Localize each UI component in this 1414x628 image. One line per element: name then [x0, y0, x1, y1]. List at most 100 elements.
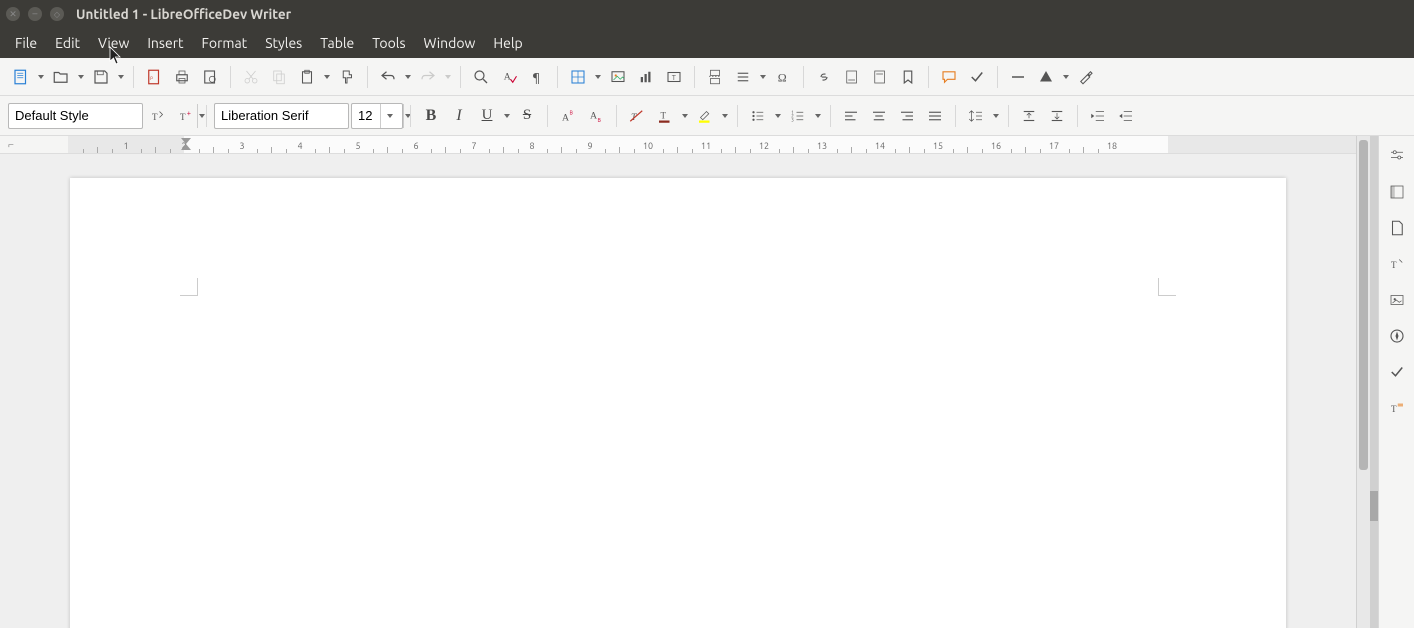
menu-format[interactable]: Format — [193, 29, 257, 57]
bullet-list-dropdown[interactable] — [773, 103, 783, 129]
menu-edit[interactable]: Edit — [46, 29, 89, 57]
find-replace-button[interactable] — [468, 64, 494, 90]
font-size-input[interactable] — [352, 108, 380, 123]
page-viewport[interactable] — [0, 154, 1356, 628]
increase-spacing-button[interactable] — [1016, 103, 1042, 129]
underline-dropdown[interactable] — [502, 103, 512, 129]
decrease-spacing-button[interactable] — [1044, 103, 1070, 129]
save-dropdown[interactable] — [116, 64, 126, 90]
sidebar-page-button[interactable] — [1383, 214, 1411, 242]
subscript-button[interactable]: AB — [583, 103, 609, 129]
clear-formatting-button[interactable]: T — [624, 103, 650, 129]
sidebar-navigator-button[interactable] — [1383, 322, 1411, 350]
cut-button[interactable] — [238, 64, 264, 90]
bold-button[interactable]: B — [418, 103, 444, 129]
insert-hyperlink-button[interactable] — [811, 64, 837, 90]
align-center-button[interactable] — [866, 103, 892, 129]
paragraph-style-combo[interactable] — [8, 103, 143, 129]
document-page[interactable] — [70, 178, 1286, 628]
basic-shapes-button[interactable] — [1033, 64, 1059, 90]
sidebar-settings-button[interactable] — [1383, 142, 1411, 170]
insert-comment-button[interactable] — [936, 64, 962, 90]
font-size-dropdown[interactable] — [380, 104, 398, 128]
menu-insert[interactable]: Insert — [138, 29, 192, 57]
menu-table[interactable]: Table — [311, 29, 363, 57]
menu-help[interactable]: Help — [484, 29, 531, 57]
menu-tools[interactable]: Tools — [363, 29, 414, 57]
show-draw-functions-button[interactable] — [1073, 64, 1099, 90]
save-button[interactable] — [88, 64, 114, 90]
new-document-dropdown[interactable] — [36, 64, 46, 90]
insert-special-char-button[interactable]: Ω — [770, 64, 796, 90]
highlight-color-dropdown[interactable] — [720, 103, 730, 129]
font-size-combo[interactable] — [351, 103, 403, 129]
menu-view[interactable]: View — [89, 29, 138, 57]
menu-window[interactable]: Window — [415, 29, 485, 57]
print-button[interactable] — [169, 64, 195, 90]
insert-field-dropdown[interactable] — [758, 64, 768, 90]
line-spacing-button[interactable] — [963, 103, 989, 129]
strikethrough-button[interactable]: S — [514, 103, 540, 129]
open-dropdown[interactable] — [76, 64, 86, 90]
spellcheck-button[interactable]: A — [496, 64, 522, 90]
insert-endnote-button[interactable] — [867, 64, 893, 90]
update-style-button[interactable]: T — [145, 103, 171, 129]
superscript-button[interactable]: AB — [555, 103, 581, 129]
minimize-window-button[interactable]: − — [28, 7, 42, 21]
menu-styles[interactable]: Styles — [256, 29, 311, 57]
insert-image-button[interactable] — [605, 64, 631, 90]
new-style-button[interactable]: T+ — [173, 103, 199, 129]
redo-button[interactable] — [415, 64, 441, 90]
sidebar-gallery-button[interactable] — [1383, 286, 1411, 314]
align-left-button[interactable] — [838, 103, 864, 129]
sidebar-grip-icon[interactable] — [1370, 491, 1378, 521]
new-document-button[interactable] — [8, 64, 34, 90]
line-spacing-dropdown[interactable] — [991, 103, 1001, 129]
sidebar-styles-button[interactable]: T — [1383, 250, 1411, 278]
redo-dropdown[interactable] — [443, 64, 453, 90]
insert-field-button[interactable] — [730, 64, 756, 90]
sidebar-manage-changes-button[interactable] — [1383, 358, 1411, 386]
decrease-indent-button[interactable] — [1113, 103, 1139, 129]
increase-indent-button[interactable] — [1085, 103, 1111, 129]
sidebar-properties-button[interactable] — [1383, 178, 1411, 206]
scroll-thumb[interactable] — [1359, 140, 1368, 470]
close-window-button[interactable]: ✕ — [6, 7, 20, 21]
open-button[interactable] — [48, 64, 74, 90]
underline-button[interactable]: U — [474, 103, 500, 129]
insert-line-button[interactable] — [1005, 64, 1031, 90]
bullet-list-button[interactable] — [745, 103, 771, 129]
insert-table-button[interactable] — [565, 64, 591, 90]
insert-textbox-button[interactable]: T — [661, 64, 687, 90]
insert-bookmark-button[interactable] — [895, 64, 921, 90]
menu-file[interactable]: File — [6, 29, 46, 57]
numbered-list-button[interactable]: 123 — [785, 103, 811, 129]
font-name-combo[interactable] — [214, 103, 349, 129]
undo-dropdown[interactable] — [403, 64, 413, 90]
italic-button[interactable]: I — [446, 103, 472, 129]
clone-formatting-button[interactable] — [334, 64, 360, 90]
export-pdf-button[interactable]: P — [141, 64, 167, 90]
font-color-button[interactable]: T — [652, 103, 678, 129]
undo-button[interactable] — [375, 64, 401, 90]
paste-button[interactable] — [294, 64, 320, 90]
horizontal-ruler[interactable]: ⌐ 123456789101112131415161718 — [0, 136, 1356, 154]
align-right-button[interactable] — [894, 103, 920, 129]
insert-page-break-button[interactable] — [702, 64, 728, 90]
insert-chart-button[interactable] — [633, 64, 659, 90]
sidebar-splitter[interactable] — [1370, 136, 1378, 628]
highlight-color-button[interactable] — [692, 103, 718, 129]
indent-marker-icon[interactable] — [181, 138, 191, 148]
formatting-marks-button[interactable]: ¶ — [524, 64, 550, 90]
insert-footnote-button[interactable] — [839, 64, 865, 90]
justify-button[interactable] — [922, 103, 948, 129]
track-changes-button[interactable] — [964, 64, 990, 90]
numbered-list-dropdown[interactable] — [813, 103, 823, 129]
sidebar-style-inspector-button[interactable]: T — [1383, 394, 1411, 422]
paste-dropdown[interactable] — [322, 64, 332, 90]
print-preview-button[interactable] — [197, 64, 223, 90]
font-color-dropdown[interactable] — [680, 103, 690, 129]
vertical-scrollbar[interactable] — [1356, 136, 1370, 628]
copy-button[interactable] — [266, 64, 292, 90]
basic-shapes-dropdown[interactable] — [1061, 64, 1071, 90]
